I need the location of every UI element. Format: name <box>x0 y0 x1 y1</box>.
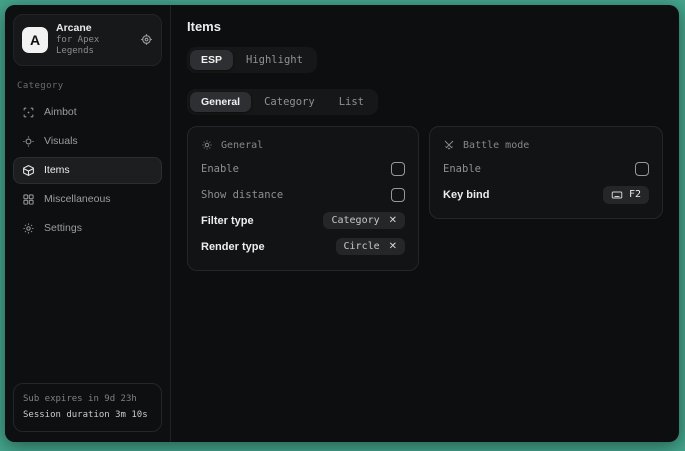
panel-battle-header: Battle mode <box>443 136 649 155</box>
render-type-select[interactable]: Circle ✕ <box>336 238 406 255</box>
box-icon <box>22 164 35 177</box>
tab-esp[interactable]: ESP <box>190 50 233 70</box>
panel-title: General <box>221 140 263 151</box>
sidebar-item-label: Aimbot <box>44 106 77 118</box>
tab-category[interactable]: Category <box>253 92 326 112</box>
app-subtitle: for Apex Legends <box>56 35 132 58</box>
app-name: Arcane <box>56 22 132 35</box>
panel-general: General Enable Show distance Filter type… <box>187 126 419 271</box>
setting-row-render-type: Render type Circle ✕ <box>201 234 405 259</box>
sidebar-item-items[interactable]: Items <box>13 157 162 184</box>
tab-list[interactable]: List <box>328 92 375 112</box>
panels-row: General Enable Show distance Filter type… <box>187 126 663 271</box>
keyboard-icon <box>611 189 623 201</box>
setting-label: Key bind <box>443 189 489 201</box>
panel-general-header: General <box>201 136 405 155</box>
filter-type-select[interactable]: Category ✕ <box>323 212 405 229</box>
setting-row-key-bind: Key bind F2 <box>443 182 649 207</box>
enable-checkbox[interactable] <box>391 162 405 176</box>
gear-icon <box>22 222 35 235</box>
setting-label: Render type <box>201 241 265 253</box>
mode-tabs: ESP Highlight <box>187 47 317 73</box>
key-bind-button[interactable]: F2 <box>603 186 649 204</box>
setting-label: Enable <box>201 163 239 175</box>
sidebar-item-miscellaneous[interactable]: Miscellaneous <box>13 186 162 213</box>
battle-enable-checkbox[interactable] <box>635 162 649 176</box>
swords-icon <box>443 139 455 151</box>
render-type-value: Circle <box>344 241 380 252</box>
brand-card: A Arcane for Apex Legends <box>13 14 162 66</box>
sidebar-item-label: Miscellaneous <box>44 193 111 205</box>
session-duration-text: Session duration 3m 10s <box>23 408 152 423</box>
app-logo: A <box>22 27 48 53</box>
sun-icon <box>201 139 213 151</box>
setting-row-show-distance: Show distance <box>201 182 405 207</box>
sidebar-nav: Aimbot Visuals Items <box>13 99 162 242</box>
tab-highlight[interactable]: Highlight <box>235 50 314 70</box>
page-title: Items <box>187 19 663 34</box>
sub-expires-text: Sub expires in 9d 23h <box>23 392 152 407</box>
sidebar-item-label: Visuals <box>44 135 78 147</box>
sidebar-item-label: Items <box>44 164 70 176</box>
target-icon[interactable] <box>140 33 153 46</box>
show-distance-checkbox[interactable] <box>391 188 405 202</box>
grid-icon <box>22 193 35 206</box>
main-content: Items ESP Highlight General Category Lis… <box>171 5 679 442</box>
setting-row-enable: Enable <box>443 156 649 181</box>
tab-general[interactable]: General <box>190 92 251 112</box>
setting-label: Filter type <box>201 215 254 227</box>
setting-label: Show distance <box>201 189 283 201</box>
sidebar-spacer <box>13 242 162 384</box>
eye-icon <box>22 135 35 148</box>
sidebar-item-aimbot[interactable]: Aimbot <box>13 99 162 126</box>
sidebar: A Arcane for Apex Legends Category <box>5 5 171 442</box>
subscription-card: Sub expires in 9d 23h Session duration 3… <box>13 383 162 432</box>
sidebar-section-label: Category <box>17 81 158 91</box>
setting-row-enable: Enable <box>201 156 405 181</box>
setting-label: Enable <box>443 163 481 175</box>
sub-tabs: General Category List <box>187 89 378 115</box>
filter-type-value: Category <box>331 215 379 226</box>
sidebar-item-settings[interactable]: Settings <box>13 215 162 242</box>
sidebar-item-visuals[interactable]: Visuals <box>13 128 162 155</box>
sidebar-item-label: Settings <box>44 222 82 234</box>
clear-icon[interactable]: ✕ <box>389 242 397 252</box>
clear-icon[interactable]: ✕ <box>389 216 397 226</box>
app-window: A Arcane for Apex Legends Category <box>5 5 679 442</box>
setting-row-filter-type: Filter type Category ✕ <box>201 208 405 233</box>
key-bind-value: F2 <box>629 189 641 200</box>
crosshair-icon <box>22 106 35 119</box>
panel-title: Battle mode <box>463 140 529 151</box>
brand-text: Arcane for Apex Legends <box>56 22 132 58</box>
panel-battle-mode: Battle mode Enable Key bind <box>429 126 663 219</box>
